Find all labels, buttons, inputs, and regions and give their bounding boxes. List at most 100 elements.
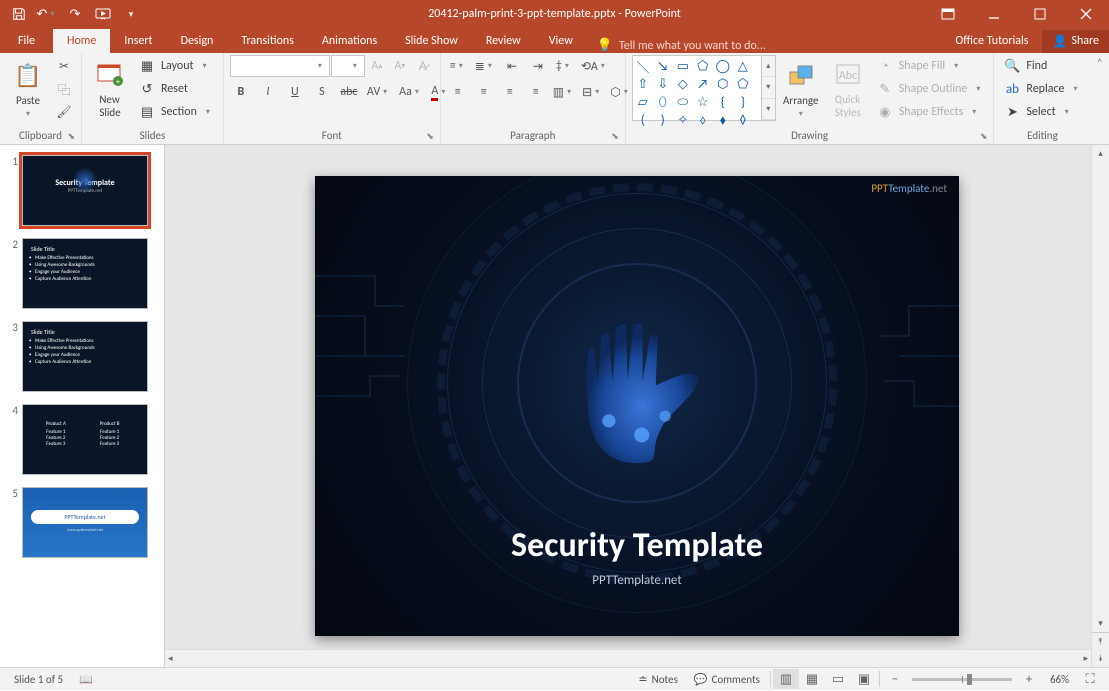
share-button[interactable]: 👤 Share — [1042, 30, 1109, 53]
layout-button[interactable]: ▦Layout▾ — [135, 55, 217, 77]
dialog-launcher[interactable]: ⬊ — [67, 131, 75, 142]
align-text-button[interactable]: ⊟▾ — [580, 81, 604, 103]
columns-button[interactable]: ▥▾ — [551, 81, 576, 103]
char-spacing-button[interactable]: AV▾ — [365, 81, 392, 103]
align-left-button[interactable]: ≡ — [447, 81, 469, 103]
slide-editor[interactable]: PPTTemplate.net Security Template PPTTem… — [165, 145, 1109, 667]
tab-transitions[interactable]: Transitions — [227, 29, 308, 53]
redo-button[interactable]: ↷ — [62, 1, 88, 27]
italic-button[interactable]: I — [257, 81, 279, 103]
save-button[interactable] — [6, 1, 32, 27]
decrease-indent-button[interactable]: ⇤ — [501, 55, 523, 77]
undo-button[interactable]: ↶▾ — [34, 1, 60, 27]
quick-styles-button[interactable]: Abc Quick Styles — [826, 55, 870, 123]
bold-button[interactable]: B — [230, 81, 252, 103]
tell-me-search[interactable]: 💡 Tell me what you want to do... — [587, 38, 942, 53]
underline-button[interactable]: U — [284, 81, 306, 103]
spellcheck-button[interactable]: 📖 — [71, 668, 101, 691]
slide-counter[interactable]: Slide 1 of 5 — [6, 668, 71, 691]
qat-customize-button[interactable]: ▾ — [118, 1, 144, 27]
increase-indent-button[interactable]: ⇥ — [527, 55, 549, 77]
find-button[interactable]: 🔍Find — [1000, 55, 1051, 77]
tab-design[interactable]: Design — [167, 29, 228, 53]
maximize-button[interactable] — [1017, 0, 1063, 28]
zoom-level[interactable]: 66% — [1042, 668, 1077, 691]
comments-button[interactable]: 💬Comments — [686, 668, 768, 691]
minimize-button[interactable] — [971, 0, 1017, 28]
close-button[interactable] — [1063, 0, 1109, 28]
arrange-button[interactable]: Arrange▾ — [779, 55, 823, 123]
tab-animations[interactable]: Animations — [308, 29, 391, 53]
notes-button[interactable]: ≐Notes — [630, 668, 685, 691]
zoom-slider[interactable] — [912, 678, 1012, 681]
thumb-preview[interactable]: Product AFeature 1Feature 2Feature 3Prod… — [22, 404, 148, 475]
vertical-scrollbar[interactable]: ▴▾ ⯭ ⯯ — [1091, 145, 1109, 667]
format-painter-button[interactable]: 🖌 — [53, 101, 75, 123]
line-spacing-button[interactable]: ‡▾ — [553, 55, 575, 77]
copy-button[interactable]: ⿻ — [53, 78, 75, 100]
numbering-button[interactable]: ≣▾ — [473, 55, 497, 77]
section-button[interactable]: ▤Section▾ — [135, 101, 217, 123]
gallery-scroll[interactable]: ▴▾▾ — [762, 55, 776, 121]
increase-font-button[interactable]: A▴ — [366, 55, 388, 77]
slide-thumbnail[interactable]: 3Slide TitleMake Effective Presentations… — [2, 317, 162, 400]
dialog-launcher[interactable]: ⬊ — [611, 131, 619, 142]
office-tutorials-link[interactable]: Office Tutorials — [941, 29, 1042, 53]
ribbon-display-options-button[interactable] — [925, 0, 971, 28]
slide-thumbnails-panel[interactable]: 1Security TemplatePPTTemplate.net2Slide … — [0, 145, 165, 667]
slide-thumbnail[interactable]: 5PPTTemplate.netwww.ppttemplate.net — [2, 483, 162, 566]
normal-view-button[interactable]: ▥ — [773, 669, 799, 689]
slide-thumbnail[interactable]: 4Product AFeature 1Feature 2Feature 3Pro… — [2, 400, 162, 483]
reading-view-button[interactable]: ▭ — [825, 669, 851, 689]
fit-to-window-button[interactable]: ⛶ — [1077, 669, 1103, 689]
tab-slide-show[interactable]: Slide Show — [391, 29, 472, 53]
dialog-launcher[interactable]: ⬊ — [980, 131, 988, 142]
tab-insert[interactable]: Insert — [110, 29, 166, 53]
reset-button[interactable]: ↺Reset — [135, 78, 217, 100]
shadow-button[interactable]: S — [311, 81, 333, 103]
start-slideshow-button[interactable] — [90, 1, 116, 27]
tab-review[interactable]: Review — [472, 29, 535, 53]
tab-view[interactable]: View — [535, 29, 587, 53]
tab-home[interactable]: Home — [53, 29, 110, 53]
next-slide-button[interactable]: ⯯ — [1095, 650, 1106, 667]
thumb-preview[interactable]: Slide TitleMake Effective PresentationsU… — [22, 321, 148, 392]
change-case-button[interactable]: Aa▾ — [397, 81, 424, 103]
slide-sorter-button[interactable]: ▦ — [799, 669, 825, 689]
paste-button[interactable]: 📋 Paste ▾ — [6, 55, 50, 123]
slide-subtitle[interactable]: PPTTemplate.net — [315, 573, 959, 588]
slide-thumbnail[interactable]: 1Security TemplatePPTTemplate.net — [2, 151, 162, 234]
slide-canvas[interactable]: PPTTemplate.net Security Template PPTTem… — [315, 176, 959, 636]
font-size-combo[interactable]: ▾ — [331, 55, 365, 77]
slideshow-view-button[interactable]: ▣ — [851, 669, 877, 689]
collapse-ribbon-button[interactable]: ˄ — [1091, 53, 1109, 144]
zoom-out-button[interactable]: − — [882, 669, 908, 689]
align-right-button[interactable]: ≡ — [499, 81, 521, 103]
new-slide-button[interactable]: + New Slide — [88, 55, 132, 123]
slide-thumbnail[interactable]: 2Slide TitleMake Effective Presentations… — [2, 234, 162, 317]
cut-button[interactable]: ✂ — [53, 55, 75, 77]
thumb-preview[interactable]: Security TemplatePPTTemplate.net — [22, 155, 148, 226]
strikethrough-button[interactable]: abc — [338, 81, 360, 103]
select-button[interactable]: ➤Select▾ — [1000, 101, 1075, 123]
justify-button[interactable]: ≡ — [525, 81, 547, 103]
tab-file[interactable]: File — [0, 29, 53, 53]
align-center-button[interactable]: ≡ — [473, 81, 495, 103]
thumb-preview[interactable]: Slide TitleMake Effective PresentationsU… — [22, 238, 148, 309]
prev-slide-button[interactable]: ⯭ — [1095, 633, 1106, 650]
clear-formatting-button[interactable]: A̷ — [412, 55, 434, 77]
horizontal-scrollbar[interactable]: ◂▸ — [165, 649, 1091, 667]
zoom-in-button[interactable]: + — [1016, 669, 1042, 689]
replace-button[interactable]: abReplace▾ — [1000, 78, 1084, 100]
shape-fill-button[interactable]: ◔Shape Fill▾ — [873, 55, 988, 77]
thumb-preview[interactable]: PPTTemplate.netwww.ppttemplate.net — [22, 487, 148, 558]
shape-effects-button[interactable]: ◉Shape Effects▾ — [873, 101, 988, 123]
shape-outline-button[interactable]: ✎Shape Outline▾ — [873, 78, 988, 100]
shapes-gallery[interactable]: ＼↘▭⬠◯△⇧⇩ ◇↗⬡⬠▱⬯⬭☆ {}()✧⬨⬧◊ — [632, 55, 762, 121]
decrease-font-button[interactable]: A▾ — [389, 55, 411, 77]
dialog-launcher[interactable]: ⬊ — [426, 131, 434, 142]
font-name-combo[interactable]: ▾ — [230, 55, 330, 77]
text-direction-button[interactable]: ⟲A▾ — [579, 55, 610, 77]
bullets-button[interactable]: ≡▾ — [447, 55, 469, 77]
slide-title[interactable]: Security Template — [315, 525, 959, 566]
